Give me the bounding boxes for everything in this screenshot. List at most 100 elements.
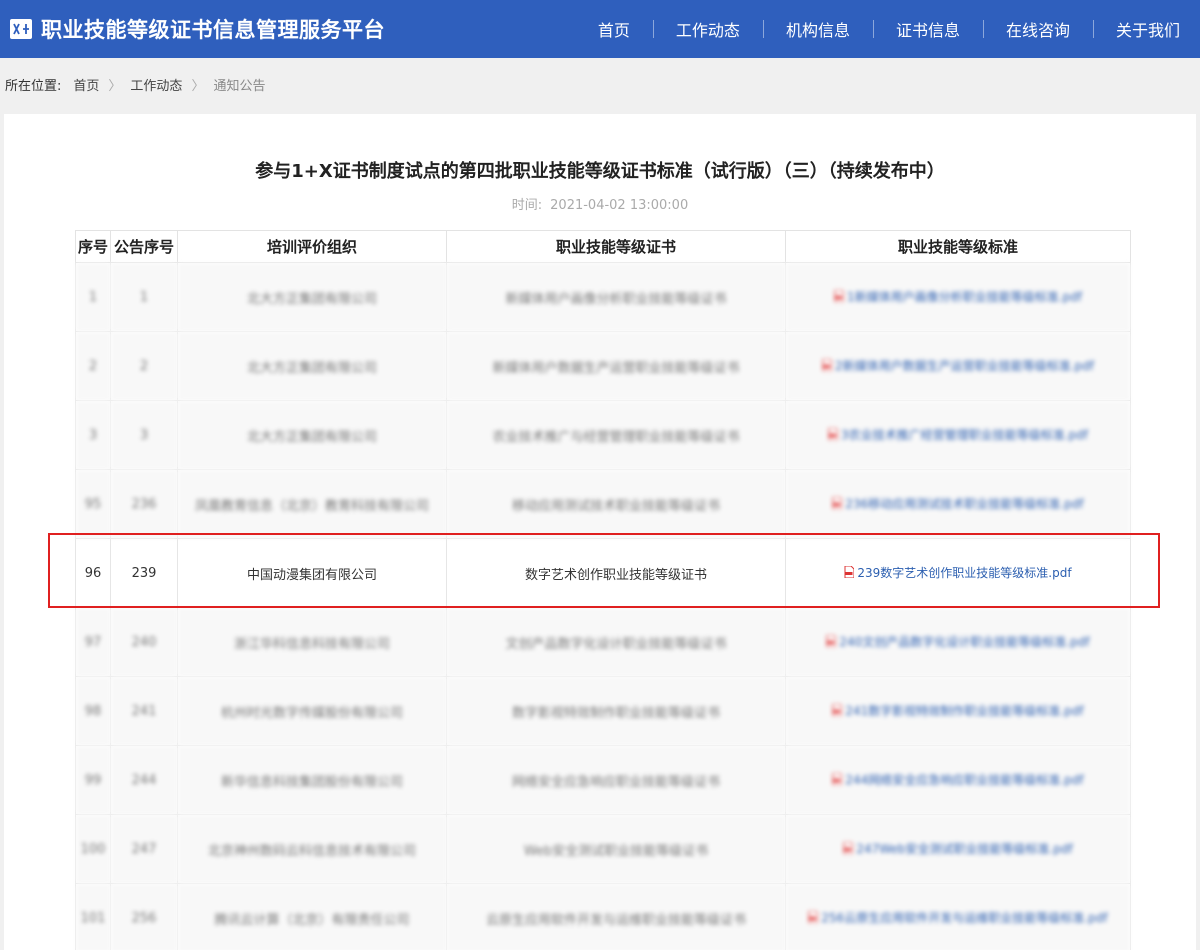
cell-standard: 239数字艺术创作职业技能等级标准.pdf [785, 538, 1131, 608]
nav-certificates[interactable]: 证书信息 [872, 17, 983, 41]
pdf-download-link[interactable]: 240文创产品数字化设计职业技能等级标准.pdf [826, 633, 1090, 650]
cell-org: 新华信息科技集团股份有限公司 [177, 745, 447, 815]
cell-standard: 241数字影视特效制作职业技能等级标准.pdf [785, 676, 1131, 746]
time-label: 时间: [511, 198, 543, 213]
pdf-filename: 240文创产品数字化设计职业技能等级标准.pdf [839, 634, 1090, 649]
cell-org: 腾讯云计算（北京）有限责任公司 [177, 883, 447, 950]
pdf-file-icon [843, 841, 854, 855]
breadcrumb-work-news[interactable]: 工作动态 [130, 75, 182, 94]
pdf-filename: 241数字影视特效制作职业技能等级标准.pdf [845, 703, 1084, 718]
pdf-download-link[interactable]: 247Web安全测试职业技能等级标准.pdf [843, 840, 1073, 857]
cell-notice: 241 [110, 676, 178, 746]
cell-org: 凤凰教育信息（北京）教育科技有限公司 [177, 469, 447, 539]
pdf-file-icon [828, 427, 839, 441]
pdf-download-link[interactable]: 3农业技术推广经营管理职业技能等级标准.pdf [828, 426, 1088, 443]
cell-seq: 99 [75, 745, 111, 815]
main-nav: 首页 工作动态 机构信息 证书信息 在线咨询 关于我们 [575, 0, 1200, 58]
cell-org: 北大方正集团有限公司 [177, 262, 447, 332]
cell-notice: 256 [110, 883, 178, 950]
cell-seq: 98 [75, 676, 111, 746]
table-row: 1 1 北大方正集团有限公司 新媒体用户画像分析职业技能等级证书 1新媒体用户画像分析职… [75, 262, 1131, 332]
cell-standard: 247Web安全测试职业技能等级标准.pdf [785, 814, 1131, 884]
pdf-file-icon [832, 703, 843, 717]
col-header-notice: 公告序号 [110, 230, 178, 263]
cell-notice: 236 [110, 469, 178, 539]
cell-seq: 101 [75, 883, 111, 950]
cell-cert: 新媒体用户画像分析职业技能等级证书 [446, 262, 786, 332]
cell-cert: 数字影视特效制作职业技能等级证书 [446, 676, 786, 746]
col-header-standard: 职业技能等级标准 [785, 230, 1131, 263]
site-logo[interactable]: 职业技能等级证书信息管理服务平台 [10, 14, 385, 44]
pdf-download-link[interactable]: 2新媒体用户数据生产运营职业技能等级标准.pdf [822, 357, 1094, 374]
nav-home[interactable]: 首页 [575, 17, 653, 41]
time-value: 2021-04-02 13:00:00 [550, 198, 689, 213]
pdf-download-link[interactable]: 256云原生应用软件开发与运维职业技能等级标准.pdf [808, 909, 1108, 926]
pdf-filename: 239数字艺术创作职业技能等级标准.pdf [857, 565, 1072, 580]
article-title: 参与1+X证书制度试点的第四批职业技能等级证书标准（试行版）（三）（持续发布中） [255, 161, 945, 182]
table-row: 96 239 中国动漫集团有限公司 数字艺术创作职业技能等级证书 239数字艺术创作职业… [75, 538, 1131, 608]
cell-notice: 2 [110, 331, 178, 401]
pdf-filename: 236移动应用测试技术职业技能等级标准.pdf [845, 496, 1084, 511]
cell-org: 北京神州数码云科信息技术有限公司 [177, 814, 447, 884]
pdf-file-icon [822, 358, 833, 372]
table-row: 2 2 北大方正集团有限公司 新媒体用户数据生产运营职业技能等级证书 2新媒体用户数据生… [75, 331, 1131, 401]
cell-cert: 新媒体用户数据生产运营职业技能等级证书 [446, 331, 786, 401]
col-header-org: 培训评价组织 [177, 230, 447, 263]
cell-notice: 1 [110, 262, 178, 332]
cell-standard: 236移动应用测试技术职业技能等级标准.pdf [785, 469, 1131, 539]
table-row: 101 256 腾讯云计算（北京）有限责任公司 云原生应用软件开发与运维职业技能等级证… [75, 883, 1131, 950]
cell-cert: 文创产品数字化设计职业技能等级证书 [446, 607, 786, 677]
cell-standard: 3农业技术推广经营管理职业技能等级标准.pdf [785, 400, 1131, 470]
cell-standard: 240文创产品数字化设计职业技能等级标准.pdf [785, 607, 1131, 677]
breadcrumb-current: 通知公告 [213, 78, 266, 94]
col-header-cert: 职业技能等级证书 [446, 230, 786, 263]
table-row: 97 240 浙江华科信息科技有限公司 文创产品数字化设计职业技能等级证书 240文创产… [75, 607, 1131, 677]
pdf-download-link[interactable]: 1新媒体用户画像分析职业技能等级标准.pdf [834, 288, 1082, 305]
pdf-download-link[interactable]: 236移动应用测试技术职业技能等级标准.pdf [832, 495, 1084, 512]
pdf-file-icon [832, 496, 843, 510]
table-row: 3 3 北大方正集团有限公司 农业技术推广与经营管理职业技能等级证书 3农业技术推广经营… [75, 400, 1131, 470]
table-row: 95 236 凤凰教育信息（北京）教育科技有限公司 移动应用测试技术职业技能等级证书 2… [75, 469, 1131, 539]
cell-notice: 239 [110, 538, 178, 608]
cell-seq: 95 [75, 469, 111, 539]
cell-cert: Web安全测试职业技能等级证书 [446, 814, 786, 884]
cell-org: 杭州时光数字传媒股份有限公司 [177, 676, 447, 746]
pdf-filename: 2新媒体用户数据生产运营职业技能等级标准.pdf [835, 358, 1094, 373]
breadcrumb-home[interactable]: 首页 [73, 75, 99, 94]
pdf-file-icon [808, 910, 819, 924]
table-row: 100 247 北京神州数码云科信息技术有限公司 Web安全测试职业技能等级证书 247… [75, 814, 1131, 884]
cell-seq: 96 [75, 538, 111, 608]
nav-online-consult[interactable]: 在线咨询 [982, 17, 1093, 41]
pdf-filename: 256云原生应用软件开发与运维职业技能等级标准.pdf [821, 910, 1108, 925]
nav-work-news[interactable]: 工作动态 [652, 17, 763, 41]
cell-org: 中国动漫集团有限公司 [177, 538, 447, 608]
pdf-file-icon [826, 634, 837, 648]
table-row: 98 241 杭州时光数字传媒股份有限公司 数字影视特效制作职业技能等级证书 241数字… [75, 676, 1131, 746]
pdf-filename: 3农业技术推广经营管理职业技能等级标准.pdf [841, 427, 1088, 442]
table-body: 1 1 北大方正集团有限公司 新媒体用户画像分析职业技能等级证书 1新媒体用户画像分析职… [75, 262, 1131, 950]
col-header-seq: 序号 [75, 230, 111, 263]
pdf-file-icon [834, 289, 845, 303]
cell-cert: 农业技术推广与经营管理职业技能等级证书 [446, 400, 786, 470]
pdf-file-icon [844, 565, 855, 579]
breadcrumb-prefix: 所在位置: [5, 78, 62, 94]
table-header-row: 序号 公告序号 培训评价组织 职业技能等级证书 职业技能等级标准 [75, 230, 1131, 263]
pdf-download-link[interactable]: 244网络安全应急响应职业技能等级标准.pdf [832, 771, 1084, 788]
pdf-filename: 244网络安全应急响应职业技能等级标准.pdf [845, 772, 1084, 787]
cell-cert: 移动应用测试技术职业技能等级证书 [446, 469, 786, 539]
nav-institutions[interactable]: 机构信息 [762, 17, 873, 41]
pdf-file-icon [832, 772, 843, 786]
nav-about-us[interactable]: 关于我们 [1092, 17, 1200, 41]
article-time: 时间: 2021-04-02 13:00:00 [4, 194, 1196, 213]
cell-seq: 2 [75, 331, 111, 401]
cell-standard: 2新媒体用户数据生产运营职业技能等级标准.pdf [785, 331, 1131, 401]
cell-seq: 1 [75, 262, 111, 332]
table-row: 99 244 新华信息科技集团股份有限公司 网络安全应急响应职业技能等级证书 244网络… [75, 745, 1131, 815]
pdf-download-link[interactable]: 239数字艺术创作职业技能等级标准.pdf [844, 564, 1072, 581]
site-title: 职业技能等级证书信息管理服务平台 [41, 18, 385, 42]
pdf-download-link[interactable]: 241数字影视特效制作职业技能等级标准.pdf [832, 702, 1084, 719]
cell-org: 北大方正集团有限公司 [177, 331, 447, 401]
cell-cert: 网络安全应急响应职业技能等级证书 [446, 745, 786, 815]
cell-notice: 240 [110, 607, 178, 677]
cell-cert: 数字艺术创作职业技能等级证书 [446, 538, 786, 608]
